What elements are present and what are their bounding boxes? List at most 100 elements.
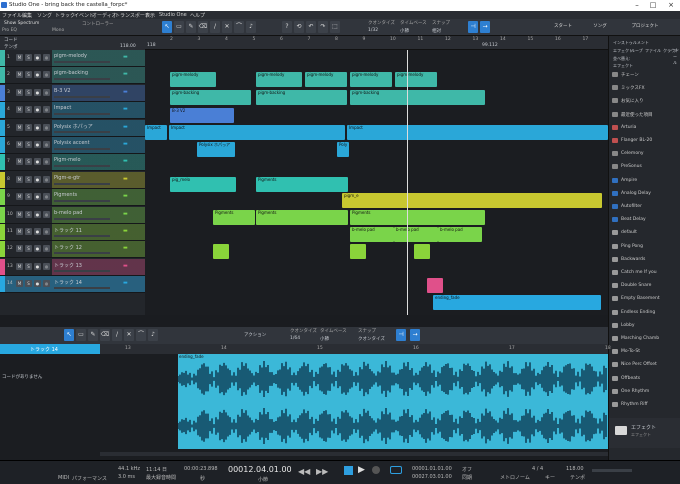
mute-button[interactable]: M bbox=[16, 245, 23, 253]
mute-button[interactable]: M bbox=[16, 106, 23, 114]
preset-mode[interactable]: Mono bbox=[52, 28, 64, 33]
browser-tab-instruments[interactable]: インストゥルメント bbox=[613, 40, 649, 46]
mute-button[interactable]: M bbox=[16, 141, 23, 148]
clip-impact-2[interactable]: Impact bbox=[169, 125, 345, 140]
track-volume-meter[interactable] bbox=[54, 95, 110, 98]
instrument-icon[interactable]: ▬ bbox=[123, 71, 137, 78]
browser-item[interactable]: Ping Pong bbox=[609, 242, 680, 252]
monitor-button[interactable]: ◎ bbox=[43, 228, 50, 235]
solo-button[interactable]: S bbox=[25, 123, 32, 131]
track-row[interactable]: 11 M S ● ◎ トラック 11 ▬ bbox=[0, 224, 145, 241]
browser-item[interactable]: Celemony bbox=[609, 149, 680, 159]
clip-track11-1[interactable] bbox=[213, 244, 229, 259]
browser-item[interactable]: default bbox=[609, 228, 680, 238]
record-arm-button[interactable]: ● bbox=[34, 88, 41, 96]
track-name[interactable]: Pigm-e-gtr bbox=[54, 175, 80, 181]
minimize-icon[interactable]: – bbox=[630, 1, 644, 9]
browser-item[interactable]: Catch me If you bbox=[609, 268, 680, 278]
track-volume-meter[interactable] bbox=[54, 148, 110, 150]
browser-item[interactable]: PreSonus bbox=[609, 162, 680, 172]
instrument-icon[interactable]: ▬ bbox=[123, 124, 137, 131]
monitor-button[interactable]: ◎ bbox=[43, 106, 50, 114]
monitor-button[interactable]: ◎ bbox=[43, 262, 50, 270]
show-spectrum-label[interactable]: Show Spectrum bbox=[4, 21, 39, 26]
solo-button[interactable]: S bbox=[25, 262, 32, 270]
clip-pigm-e-gtr[interactable]: pigm_e bbox=[342, 193, 602, 208]
track-volume-meter[interactable] bbox=[54, 269, 110, 272]
maximize-icon[interactable]: □ bbox=[646, 1, 660, 9]
clip-pigm-melody-5[interactable]: pigm-melody bbox=[395, 72, 437, 87]
mute-button[interactable]: M bbox=[16, 123, 23, 131]
track-volume-meter[interactable] bbox=[54, 165, 110, 168]
listen-tool-button[interactable]: ♪ bbox=[246, 21, 256, 33]
solo-button[interactable]: S bbox=[25, 228, 32, 235]
browser-item[interactable]: Lobby bbox=[609, 321, 680, 331]
clip-track11-3[interactable] bbox=[414, 244, 430, 259]
clip-pigm-backing-2[interactable]: pigm-backing bbox=[256, 90, 347, 105]
close-icon[interactable]: × bbox=[664, 1, 678, 9]
editor-mute-tool-button[interactable]: ✕ bbox=[124, 329, 134, 341]
paint-tool-button[interactable]: / bbox=[210, 21, 220, 33]
browser-item[interactable]: Analog Delay bbox=[609, 189, 680, 199]
browser-item[interactable]: Ampire bbox=[609, 176, 680, 186]
clip-track11-2[interactable] bbox=[350, 244, 366, 259]
mute-button[interactable]: M bbox=[16, 228, 23, 235]
clip-bmelo-1[interactable]: b-melo pad bbox=[350, 227, 394, 242]
browser-item[interactable]: Autofilter bbox=[609, 202, 680, 212]
browser-item[interactable]: Double Snare bbox=[609, 281, 680, 291]
track-volume-meter[interactable] bbox=[54, 182, 110, 185]
timeline-ruler[interactable]: 23456789101112131415161718 118 99.112 bbox=[145, 36, 616, 50]
clip-bmelo-3[interactable]: b-melo pad bbox=[438, 227, 482, 242]
mute-button[interactable]: M bbox=[16, 71, 23, 79]
help-button[interactable]: ? bbox=[282, 21, 292, 33]
editor-ruler[interactable]: 13 14 15 16 17 18 bbox=[100, 344, 611, 354]
browser-item[interactable]: Empty Basement bbox=[609, 294, 680, 304]
track-name[interactable]: Impact bbox=[54, 105, 71, 111]
record-arm-button[interactable]: ● bbox=[34, 245, 41, 253]
track-row[interactable]: 8 M S ● ◎ Pigm-e-gtr ▬ bbox=[0, 171, 145, 189]
solo-button[interactable]: S bbox=[25, 141, 32, 148]
record-arm-button[interactable]: ● bbox=[34, 158, 41, 166]
start-button[interactable]: スタート bbox=[548, 21, 578, 33]
time-seconds[interactable]: 00:00:23.898 bbox=[184, 466, 218, 472]
instrument-icon[interactable]: ▬ bbox=[123, 141, 137, 148]
browser-tab-files[interactable]: ファイル bbox=[645, 48, 661, 54]
editor-scrollbar[interactable] bbox=[100, 452, 608, 456]
browser-item[interactable]: Beat Delay bbox=[609, 215, 680, 225]
editor-pencil-tool-button[interactable]: ✎ bbox=[88, 329, 98, 341]
track-row[interactable]: 2 M S ● ◎ pigm-backing ▬ bbox=[0, 67, 145, 85]
arrange-view[interactable]: pigm-melody pigm-melody pigm-melody pigm… bbox=[145, 50, 608, 315]
editor-quantize-value[interactable]: 1/64 bbox=[290, 336, 300, 341]
instrument-icon[interactable]: ▬ bbox=[123, 176, 137, 183]
volume-slider[interactable] bbox=[592, 469, 632, 472]
menu-help[interactable]: ヘルプ bbox=[190, 12, 205, 19]
clip-pigm-melo-1[interactable]: pig_melo bbox=[170, 177, 236, 192]
menu-file[interactable]: ファイル bbox=[2, 12, 22, 19]
browser-item[interactable]: Offbeats bbox=[609, 374, 680, 384]
play-button[interactable]: ▶ bbox=[358, 465, 365, 475]
loop-left-locator[interactable]: 00001.01.01.00 bbox=[412, 466, 452, 472]
track-name[interactable]: Polysix accent bbox=[54, 140, 90, 146]
track-name[interactable]: pigm-melody bbox=[54, 53, 87, 59]
solo-button[interactable]: S bbox=[25, 106, 32, 114]
track-volume-meter[interactable] bbox=[54, 130, 110, 133]
arrow-tool-button[interactable]: ↖ bbox=[162, 21, 172, 33]
monitor-button[interactable]: ◎ bbox=[43, 123, 50, 131]
instrument-icon[interactable]: ▬ bbox=[123, 158, 137, 165]
track-name[interactable]: トラック 11 bbox=[54, 227, 82, 234]
track-row[interactable]: 3 M S ● ◎ B-3 V2 ▬ bbox=[0, 84, 145, 102]
browser-item[interactable]: Rhythm Riff bbox=[609, 400, 680, 410]
editor-snap-button[interactable]: ⊣ bbox=[396, 329, 406, 341]
loop-transport-button[interactable] bbox=[390, 466, 402, 474]
track-name[interactable]: pigm-backing bbox=[54, 70, 88, 76]
playhead[interactable] bbox=[407, 50, 408, 315]
track-row[interactable]: 12 M S ● ◎ トラック 12 ▬ bbox=[0, 241, 145, 259]
clip-pigments-3[interactable]: Pigments bbox=[350, 210, 485, 225]
track-name[interactable]: b-melo pad bbox=[54, 210, 82, 216]
record-arm-button[interactable]: ● bbox=[34, 228, 41, 235]
menu-event[interactable]: イベント bbox=[74, 12, 94, 19]
menu-edit[interactable]: 編集 bbox=[22, 12, 32, 19]
track-row[interactable]: 10 M S ● ◎ b-melo pad ▬ bbox=[0, 206, 145, 224]
track-row[interactable]: 13 M S ● ◎ トラック 13 ▬ bbox=[0, 258, 145, 276]
editor-eraser-tool-button[interactable]: ⌫ bbox=[100, 329, 110, 341]
